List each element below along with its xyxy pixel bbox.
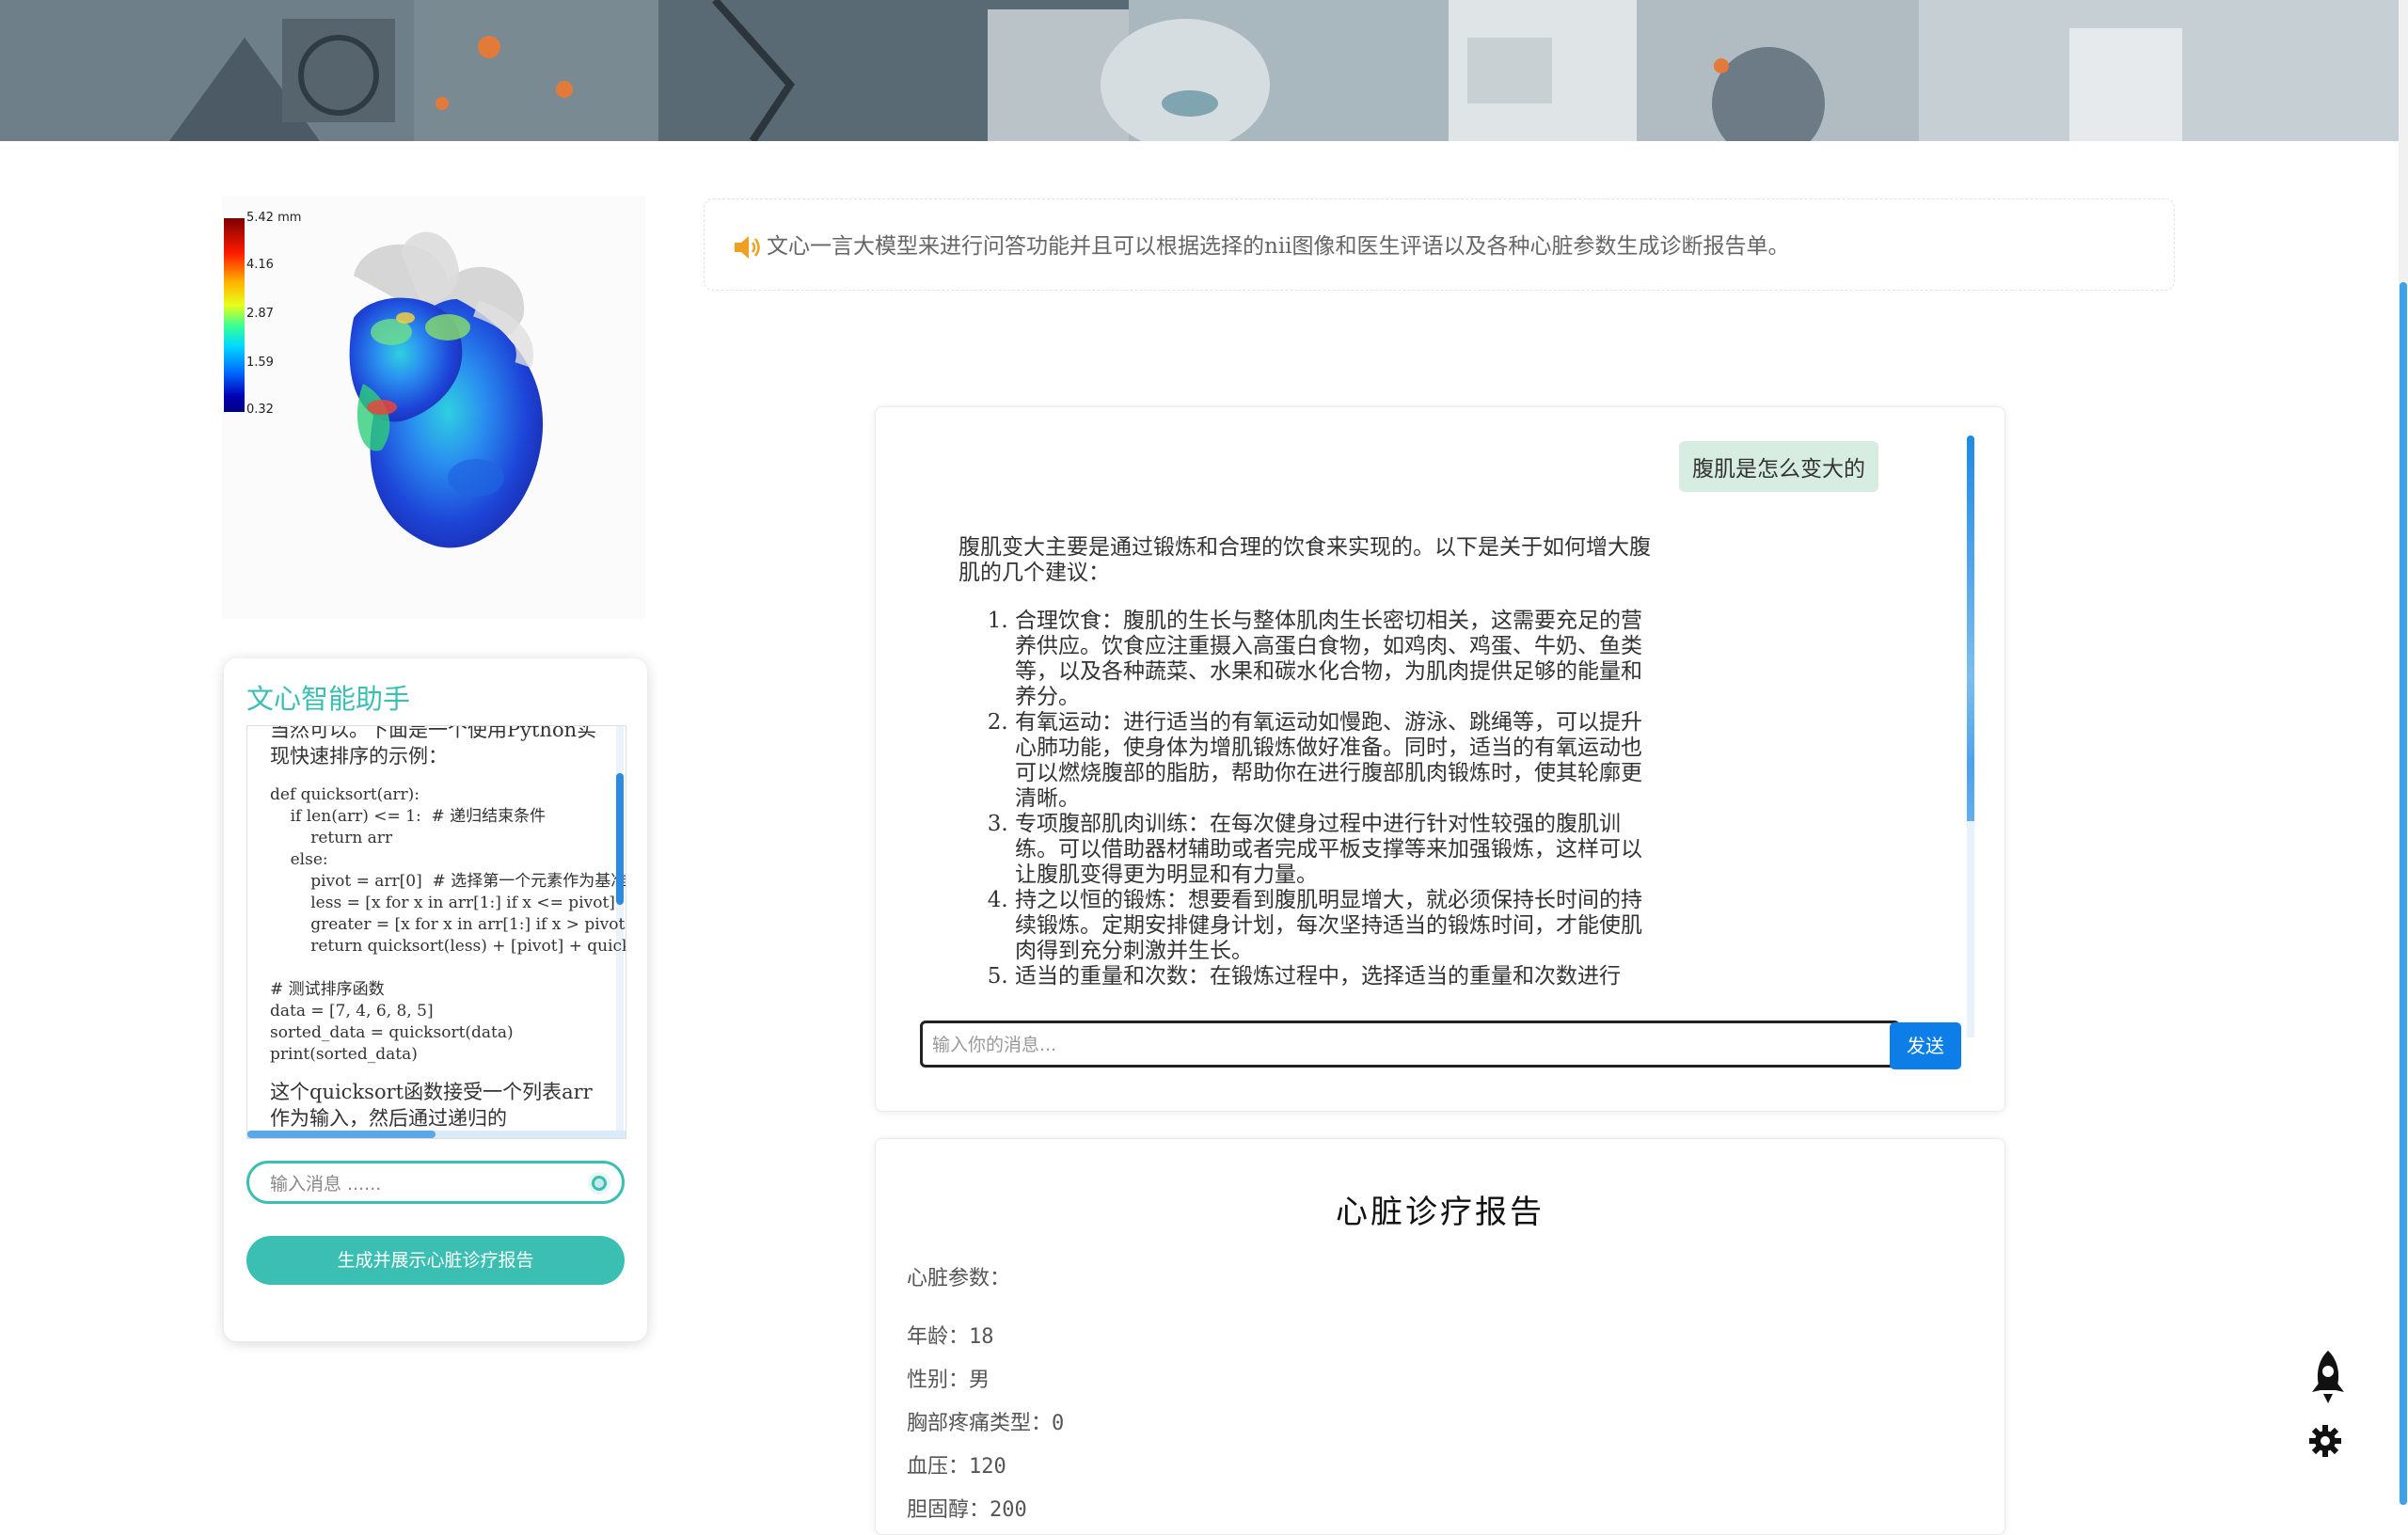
bot-answer-intro: 腹肌变大主要是通过锻炼和合理的饮食来实现的。以下是关于如何增大腹肌的几个建议： (958, 535, 1651, 585)
page-scrollbar[interactable] (2399, 0, 2408, 1505)
gear-icon[interactable] (2308, 1424, 2342, 1458)
chat-scrollbar-track[interactable] (1967, 821, 1974, 1037)
list-item: 持之以恒的锻炼：想要看到腹肌明显增大，就必须保持长时间的持续锻炼。定期安排健身计… (1015, 888, 1655, 964)
chat-card: 腹肌是怎么变大的 腹肌变大主要是通过锻炼和合理的饮食来实现的。以下是关于如何增大… (875, 406, 2005, 1112)
assistant-message: 当然可以。下面是一个使用Python实现快速排序的示例： def quickso… (270, 725, 626, 1131)
assistant-code-block: def quicksort(arr): if len(arr) <= 1: # … (270, 785, 626, 1064)
report-row-chest-pain: 胸部疼痛类型：0 (907, 1412, 1065, 1435)
report-title: 心脏诊疗报告 (1336, 1194, 1545, 1231)
assistant-hscrollbar[interactable] (247, 1131, 626, 1138)
list-item: 专项腹部肌肉训练：在每次健身过程中进行针对性较强的腹肌训练。可以借助器材辅助或者… (1015, 812, 1655, 888)
assistant-title: 文心智能助手 (246, 683, 411, 715)
report-row-sex: 性别：男 (907, 1369, 990, 1392)
generate-report-button[interactable]: 生成并展示心脏诊疗报告 (246, 1236, 625, 1285)
banner-illustration (0, 0, 2399, 141)
report-row-blood-pressure: 血压：120 (907, 1455, 1006, 1479)
chat-messages[interactable]: 腹肌是怎么变大的 腹肌变大主要是通过锻炼和合理的饮食来实现的。以下是关于如何增大… (902, 432, 1909, 1041)
user-message: 腹肌是怎么变大的 (1679, 441, 1878, 492)
chat-input-box[interactable] (920, 1021, 1900, 1068)
speaker-icon (735, 236, 760, 259)
notice-text: 文心一言大模型来进行问答功能并且可以根据选择的nii图像和医生评语以及各种心脏参… (767, 234, 1790, 259)
assistant-input-box[interactable] (246, 1161, 625, 1204)
list-item: 合理饮食：腹肌的生长与整体肌肉生长密切相关，这需要充足的营养供应。饮食应注重摄入… (1015, 609, 1655, 710)
list-item: 有氧运动：进行适当的有氧运动如慢跑、游泳、跳绳等，可以提升心肺功能，使身体为增肌… (1015, 710, 1655, 812)
assistant-scrollbar-thumb[interactable] (616, 773, 624, 905)
heart-3d-viewer[interactable]: 5.42 mm 4.16 2.87 1.59 0.32 (222, 196, 645, 619)
assistant-messages[interactable]: 当然可以。下面是一个使用Python实现快速排序的示例： def quickso… (246, 725, 626, 1139)
page-scrollbar-thumb[interactable] (2400, 282, 2407, 1505)
assistant-message-tail: 这个quicksort函数接受一个列表arr作为输入，然后通过递归的 (270, 1081, 593, 1130)
report-row-cholesterol: 胆固醇：200 (907, 1498, 1027, 1522)
heart-model (349, 231, 544, 548)
assistant-card: 文心智能助手 当然可以。下面是一个使用Python实现快速排序的示例： def … (224, 658, 647, 1341)
bot-answer: 腹肌变大主要是通过锻炼和合理的饮食来实现的。以下是关于如何增大腹肌的几个建议： … (958, 535, 1655, 989)
report-card: 心脏诊疗报告 心脏参数： 年龄：18 性别：男 胸部疼痛类型：0 血压：120 … (875, 1138, 2005, 1535)
assistant-hscrollbar-thumb[interactable] (247, 1131, 436, 1138)
chat-input[interactable] (930, 1032, 1875, 1058)
report-params-label: 心脏参数： (907, 1267, 1011, 1290)
assistant-input[interactable] (268, 1169, 573, 1199)
report-row-age: 年龄：18 (907, 1325, 994, 1349)
list-item: 适当的重量和次数：在锻炼过程中，选择适当的重量和次数进行 (1015, 964, 1655, 989)
assistant-send-icon[interactable] (588, 1172, 610, 1195)
bot-answer-list: 合理饮食：腹肌的生长与整体肌肉生长密切相关，这需要充足的营养供应。饮食应注重摄入… (958, 609, 1655, 989)
rocket-icon[interactable] (2308, 1349, 2348, 1405)
notice-banner: 文心一言大模型来进行问答功能并且可以根据选择的nii图像和医生评语以及各种心脏参… (704, 198, 2175, 291)
assistant-message-intro: 当然可以。下面是一个使用Python实现快速排序的示例： (270, 725, 597, 768)
send-button[interactable]: 发送 (1890, 1022, 1961, 1069)
header-banner (0, 0, 2399, 141)
